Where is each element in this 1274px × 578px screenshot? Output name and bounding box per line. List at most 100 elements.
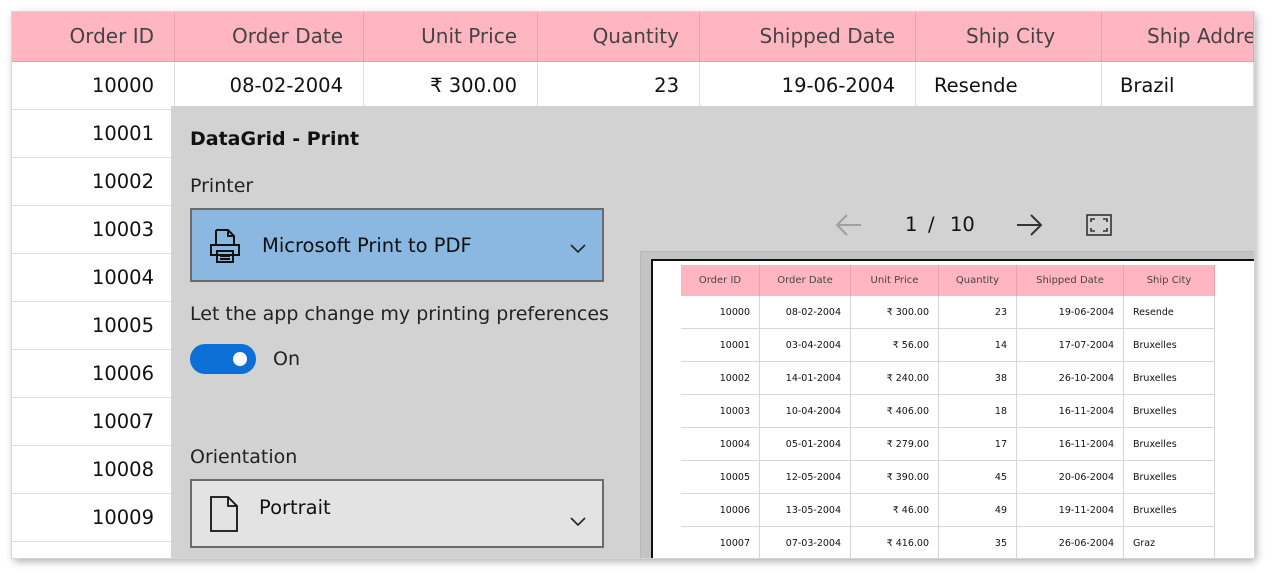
- grid-header-ship-city[interactable]: Ship City: [916, 12, 1102, 61]
- preview-cell-shipped-date: 26-10-2004: [1017, 362, 1124, 395]
- toggle-state-label: On: [273, 348, 300, 370]
- preview-row: 10006 13-05-2004 ₹ 46.00 49 19-11-2004 Bruxel…: [681, 494, 1215, 527]
- grid-cell-order-id: 10005: [12, 302, 175, 350]
- preview-cell-order-date: 05-01-2004: [760, 428, 851, 461]
- preview-cell-order-date: 13-05-2004: [760, 494, 851, 527]
- grid-cell-order-date: 08-02-2004: [175, 62, 364, 110]
- grid-row[interactable]: 10009: [12, 494, 175, 542]
- preview-cell-order-id: 10006: [681, 494, 760, 527]
- grid-cell-order-id: 10004: [12, 254, 175, 302]
- grid-header-shipped-date[interactable]: Shipped Date: [700, 12, 916, 61]
- fullscreen-icon[interactable]: [1086, 214, 1112, 244]
- preview-cell-order-date: 10-04-2004: [760, 395, 851, 428]
- grid-cell-shipped-date: 19-06-2004: [700, 62, 916, 110]
- preview-cell-shipped-date: 20-06-2004: [1017, 461, 1124, 494]
- printer-label: Printer: [190, 175, 254, 197]
- preview-cell-ship-city: Bruxelles: [1124, 395, 1215, 428]
- preview-cell-quantity: 17: [939, 428, 1017, 461]
- preview-cell-unit-price: ₹ 279.00: [851, 428, 939, 461]
- grid-cell-unit-price: ₹ 300.00: [364, 62, 538, 110]
- grid-cell-ship-city: Resende: [916, 62, 1102, 110]
- page-total: 10: [950, 213, 975, 236]
- printer-icon: [208, 228, 242, 264]
- preferences-toggle[interactable]: [190, 344, 256, 374]
- preview-row: 10001 03-04-2004 ₹ 56.00 14 17-07-2004 Bruxel…: [681, 329, 1215, 362]
- printer-value: Microsoft Print to PDF: [262, 233, 472, 257]
- preview-cell-ship-city: Graz: [1124, 527, 1215, 558]
- orientation-value: Portrait: [259, 496, 331, 519]
- grid-cell-quantity: 23: [538, 62, 700, 110]
- preview-cell-quantity: 23: [939, 296, 1017, 329]
- page-icon: [208, 495, 240, 533]
- preview-row: 10005 12-05-2004 ₹ 390.00 45 20-06-2004 Bruxe…: [681, 461, 1215, 494]
- preview-cell-unit-price: ₹ 240.00: [851, 362, 939, 395]
- preview-cell-order-date: 14-01-2004: [760, 362, 851, 395]
- grid-row[interactable]: [12, 542, 175, 558]
- page-separator: /: [928, 213, 935, 236]
- page-current: 1: [905, 213, 918, 236]
- app-window: Order ID Order Date Unit Price Quantity …: [12, 12, 1254, 558]
- preview-row: 10007 07-03-2004 ₹ 416.00 35 26-06-2004 Graz: [681, 527, 1215, 558]
- preview-cell-order-date: 08-02-2004: [760, 296, 851, 329]
- dialog-title: DataGrid - Print: [190, 128, 360, 150]
- preview-header-cell: Order ID: [681, 265, 760, 296]
- grid-cell-order-id: 10000: [12, 62, 175, 110]
- preview-cell-ship-city: Bruxelles: [1124, 461, 1215, 494]
- orientation-label: Orientation: [190, 446, 298, 468]
- preview-header-cell: Ship City: [1124, 265, 1215, 296]
- preview-cell-order-id: 10000: [681, 296, 760, 329]
- preview-header: Order ID Order Date Unit Price Quantity …: [681, 265, 1215, 296]
- preview-cell-quantity: 45: [939, 461, 1017, 494]
- preview-cell-ship-city: Bruxelles: [1124, 428, 1215, 461]
- grid-row[interactable]: 10005: [12, 302, 175, 350]
- preview-cell-order-id: 10002: [681, 362, 760, 395]
- arrow-left-icon[interactable]: [835, 210, 863, 240]
- grid-row[interactable]: 10006: [12, 350, 175, 398]
- grid-row[interactable]: 10007: [12, 398, 175, 446]
- grid-header: Order ID Order Date Unit Price Quantity …: [12, 12, 1254, 62]
- grid-cell-order-id: 10002: [12, 158, 175, 206]
- grid-row[interactable]: 10008: [12, 446, 175, 494]
- preview-row: 10004 05-01-2004 ₹ 279.00 17 16-11-2004 Bruxe…: [681, 428, 1215, 461]
- grid-row[interactable]: 10001: [12, 110, 175, 158]
- preview-cell-shipped-date: 26-06-2004: [1017, 527, 1124, 558]
- preview-cell-unit-price: ₹ 416.00: [851, 527, 939, 558]
- preview-row: 10002 14-01-2004 ₹ 240.00 38 26-10-2004 Bruxe…: [681, 362, 1215, 395]
- chevron-down-icon: [570, 512, 586, 526]
- preview-cell-order-id: 10007: [681, 527, 760, 558]
- grid-header-ship-address[interactable]: Ship Address: [1102, 12, 1254, 61]
- print-preview-area[interactable]: Order ID Order Date Unit Price Quantity …: [640, 251, 1254, 558]
- preview-cell-shipped-date: 17-07-2004: [1017, 329, 1124, 362]
- grid-cell-order-id: 10003: [12, 206, 175, 254]
- preview-cell-ship-city: Bruxelles: [1124, 362, 1215, 395]
- grid-header-order-date[interactable]: Order Date: [175, 12, 364, 61]
- grid-row[interactable]: 10002: [12, 158, 175, 206]
- chevron-down-icon: [570, 239, 586, 254]
- preview-cell-quantity: 38: [939, 362, 1017, 395]
- preferences-label: Let the app change my printing preferenc…: [190, 303, 609, 325]
- grid-row[interactable]: 10004: [12, 254, 175, 302]
- preview-header-cell: Order Date: [760, 265, 851, 296]
- preview-header-cell: Unit Price: [851, 265, 939, 296]
- grid-header-order-id[interactable]: Order ID: [12, 12, 175, 61]
- preview-cell-quantity: 35: [939, 527, 1017, 558]
- preview-cell-quantity: 14: [939, 329, 1017, 362]
- preview-cell-shipped-date: 16-11-2004: [1017, 428, 1124, 461]
- preview-cell-ship-city: Resende: [1124, 296, 1215, 329]
- preview-cell-shipped-date: 19-06-2004: [1017, 296, 1124, 329]
- orientation-select[interactable]: Portrait: [190, 479, 604, 548]
- arrow-right-icon[interactable]: [1015, 210, 1043, 240]
- grid-cell-order-id: [12, 542, 175, 558]
- grid-cell-order-id: 10001: [12, 110, 175, 158]
- preview-cell-order-id: 10004: [681, 428, 760, 461]
- preview-page: Order ID Order Date Unit Price Quantity …: [651, 259, 1254, 558]
- grid-cell-order-id: 10008: [12, 446, 175, 494]
- print-dialog: DataGrid - Print Printer Microsoft Print…: [171, 106, 1254, 558]
- preview-cell-ship-city: Bruxelles: [1124, 329, 1215, 362]
- grid-header-unit-price[interactable]: Unit Price: [364, 12, 538, 61]
- grid-row[interactable]: 10003: [12, 206, 175, 254]
- printer-select[interactable]: Microsoft Print to PDF: [190, 208, 604, 282]
- grid-header-quantity[interactable]: Quantity: [538, 12, 700, 61]
- grid-row[interactable]: 10000 08-02-2004 ₹ 300.00 23 19-06-2004 …: [12, 62, 1254, 110]
- preview-cell-order-id: 10001: [681, 329, 760, 362]
